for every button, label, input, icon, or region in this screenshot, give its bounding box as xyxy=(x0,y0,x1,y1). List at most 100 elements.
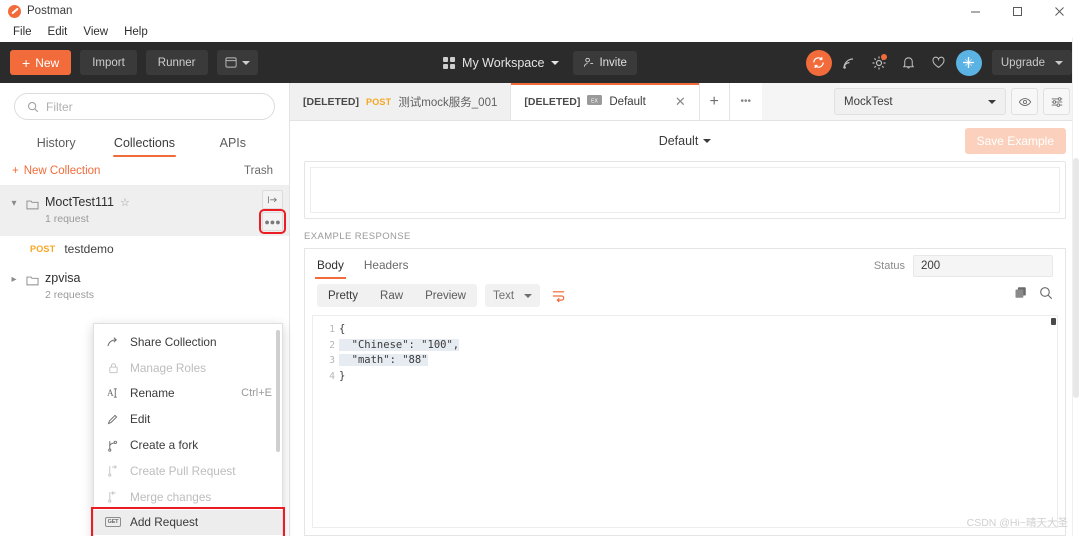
code-line: { xyxy=(339,323,346,335)
response-tab-body[interactable]: Body xyxy=(315,258,346,279)
context-menu-item-create-a-fork[interactable]: Create a fork xyxy=(94,432,282,458)
main-scrollbar[interactable] xyxy=(1072,38,1080,536)
request-item-testdemo[interactable]: POST testdemo xyxy=(0,236,289,262)
gear-icon[interactable] xyxy=(866,50,892,76)
new-button-label: New xyxy=(35,55,60,70)
context-menu-item-rename[interactable]: A Rename Ctrl+E xyxy=(94,381,282,407)
trash-button[interactable]: Trash xyxy=(244,165,273,177)
sidebar-tab-apis[interactable]: APIs xyxy=(189,130,277,157)
example-dropdown[interactable]: Default xyxy=(659,134,712,148)
sidebar-tab-history[interactable]: History xyxy=(12,130,100,157)
pull-request-icon xyxy=(106,464,120,478)
new-collection-button[interactable]: + New Collection xyxy=(12,165,100,177)
close-icon[interactable] xyxy=(1038,0,1080,22)
main-panel: [DELETED] POST 测试mock服务_001 [DELETED] EX… xyxy=(290,38,1080,536)
response-tab-headers[interactable]: Headers xyxy=(364,258,409,279)
response-body-editor[interactable]: 1 2 3 4 { "Chinese": "100", "math": "88"… xyxy=(312,315,1058,528)
save-example-button[interactable]: Save Example xyxy=(964,128,1066,154)
app-body: Filter History Collections APIs + New Co… xyxy=(0,38,1080,536)
filter-input[interactable]: Filter xyxy=(14,93,275,120)
environment-select[interactable]: MockTest xyxy=(834,88,1006,115)
code-lines: { "Chinese": "100", "math": "88" } xyxy=(339,316,1057,527)
close-icon[interactable]: ✕ xyxy=(675,94,686,110)
context-menu-item-share-collection[interactable]: Share Collection xyxy=(94,329,282,355)
sidebar: Filter History Collections APIs + New Co… xyxy=(0,83,290,536)
runner-button[interactable]: Runner xyxy=(145,50,208,75)
context-menu-label: Share Collection xyxy=(130,334,217,349)
request-tab-mock-service[interactable]: [DELETED] POST 测试mock服务_001 xyxy=(290,83,512,120)
sliders-icon[interactable] xyxy=(1043,88,1070,115)
collection-item-moctest111[interactable]: ▾ MoctTest111 ☆ 1 request ●●● xyxy=(0,186,289,236)
editor-scrollbar-thumb[interactable] xyxy=(1051,318,1056,325)
new-button[interactable]: + New xyxy=(10,50,72,75)
request-tab-default[interactable]: [DELETED] EX Default ✕ xyxy=(511,83,700,120)
expand-collection-button[interactable] xyxy=(262,190,283,209)
line-number: 1 xyxy=(329,324,335,335)
bell-icon[interactable] xyxy=(896,50,922,76)
collection-more-actions-button[interactable]: ●●● xyxy=(259,209,286,234)
heart-icon[interactable] xyxy=(926,50,952,76)
folder-icon xyxy=(26,195,39,215)
line-number: 2 xyxy=(329,339,335,351)
chevron-down-icon[interactable]: ▾ xyxy=(8,195,20,209)
star-icon[interactable]: ☆ xyxy=(120,196,130,209)
copy-icon[interactable] xyxy=(1014,286,1028,305)
editor-scrollbar[interactable] xyxy=(1050,316,1057,527)
get-badge-icon: GET xyxy=(105,517,121,528)
plus-icon: + xyxy=(22,54,31,71)
main-scrollbar-thumb[interactable] xyxy=(1073,158,1079,398)
invite-label: Invite xyxy=(599,56,627,69)
upgrade-button[interactable]: Upgrade xyxy=(991,50,1072,75)
menu-edit[interactable]: Edit xyxy=(41,24,75,40)
minimize-icon[interactable] xyxy=(954,0,996,22)
context-menu-shortcut: Ctrl+E xyxy=(241,387,272,400)
status-value-input[interactable]: 200 xyxy=(913,255,1053,277)
menu-help[interactable]: Help xyxy=(117,24,155,40)
satellite-icon[interactable] xyxy=(836,50,862,76)
import-button[interactable]: Import xyxy=(80,50,137,75)
main-toolbar: + New Import Runner My Workspace Invite … xyxy=(0,42,1080,83)
sidebar-tab-collections[interactable]: Collections xyxy=(100,130,188,157)
tab-more-button[interactable]: ••• xyxy=(729,83,762,120)
response-tabs: Body Headers Status 200 xyxy=(305,249,1065,281)
menu-file[interactable]: File xyxy=(6,24,39,40)
search-icon[interactable] xyxy=(1039,286,1053,305)
status-wrap: Status 200 xyxy=(874,255,1053,282)
context-menu-item-edit[interactable]: Edit xyxy=(94,406,282,432)
new-collection-row: + New Collection Trash xyxy=(0,157,289,186)
wrap-lines-icon[interactable] xyxy=(548,289,569,303)
sync-icon[interactable] xyxy=(805,49,832,76)
new-window-button[interactable] xyxy=(216,50,258,75)
pencil-icon xyxy=(106,413,120,425)
tab-name: 测试mock服务_001 xyxy=(398,96,498,109)
context-menu-item-manage-roles: Manage Roles xyxy=(94,355,282,381)
workspace-selector[interactable]: My Workspace xyxy=(443,56,560,70)
context-menu-item-add-request[interactable]: GET Add Request xyxy=(91,506,285,536)
format-preview[interactable]: Preview xyxy=(414,290,477,302)
filter-row: Filter xyxy=(0,83,289,126)
code-line: } xyxy=(339,369,346,382)
add-tab-button[interactable]: + xyxy=(699,83,730,120)
format-pretty[interactable]: Pretty xyxy=(317,290,369,302)
environment-controls: MockTest xyxy=(834,83,1080,120)
text-cursor-icon: A xyxy=(106,387,120,399)
format-raw[interactable]: Raw xyxy=(369,290,414,302)
filter-placeholder: Filter xyxy=(46,99,73,114)
new-plus-icon[interactable] xyxy=(955,49,982,76)
url-input[interactable] xyxy=(310,167,1060,213)
collection-request-count: 1 request xyxy=(45,213,89,225)
request-method: POST xyxy=(30,244,56,254)
open-arrow-icon xyxy=(267,195,277,203)
body-type-select[interactable]: Text xyxy=(484,284,541,307)
chevron-right-icon[interactable]: ▸ xyxy=(8,271,20,285)
context-menu-item-merge-changes: Merge changes xyxy=(94,484,282,510)
folder-icon xyxy=(26,271,39,291)
menu-view[interactable]: View xyxy=(76,24,115,40)
invite-button[interactable]: Invite xyxy=(573,50,637,75)
eye-icon[interactable] xyxy=(1011,88,1038,115)
toolbar-right-icons: Upgrade xyxy=(805,49,1072,76)
code-line: "Chinese": "100", xyxy=(339,338,460,351)
person-add-icon xyxy=(584,57,594,67)
maximize-icon[interactable] xyxy=(996,0,1038,22)
collection-item-zpvisa[interactable]: ▸ zpvisa 2 requests xyxy=(0,262,289,312)
